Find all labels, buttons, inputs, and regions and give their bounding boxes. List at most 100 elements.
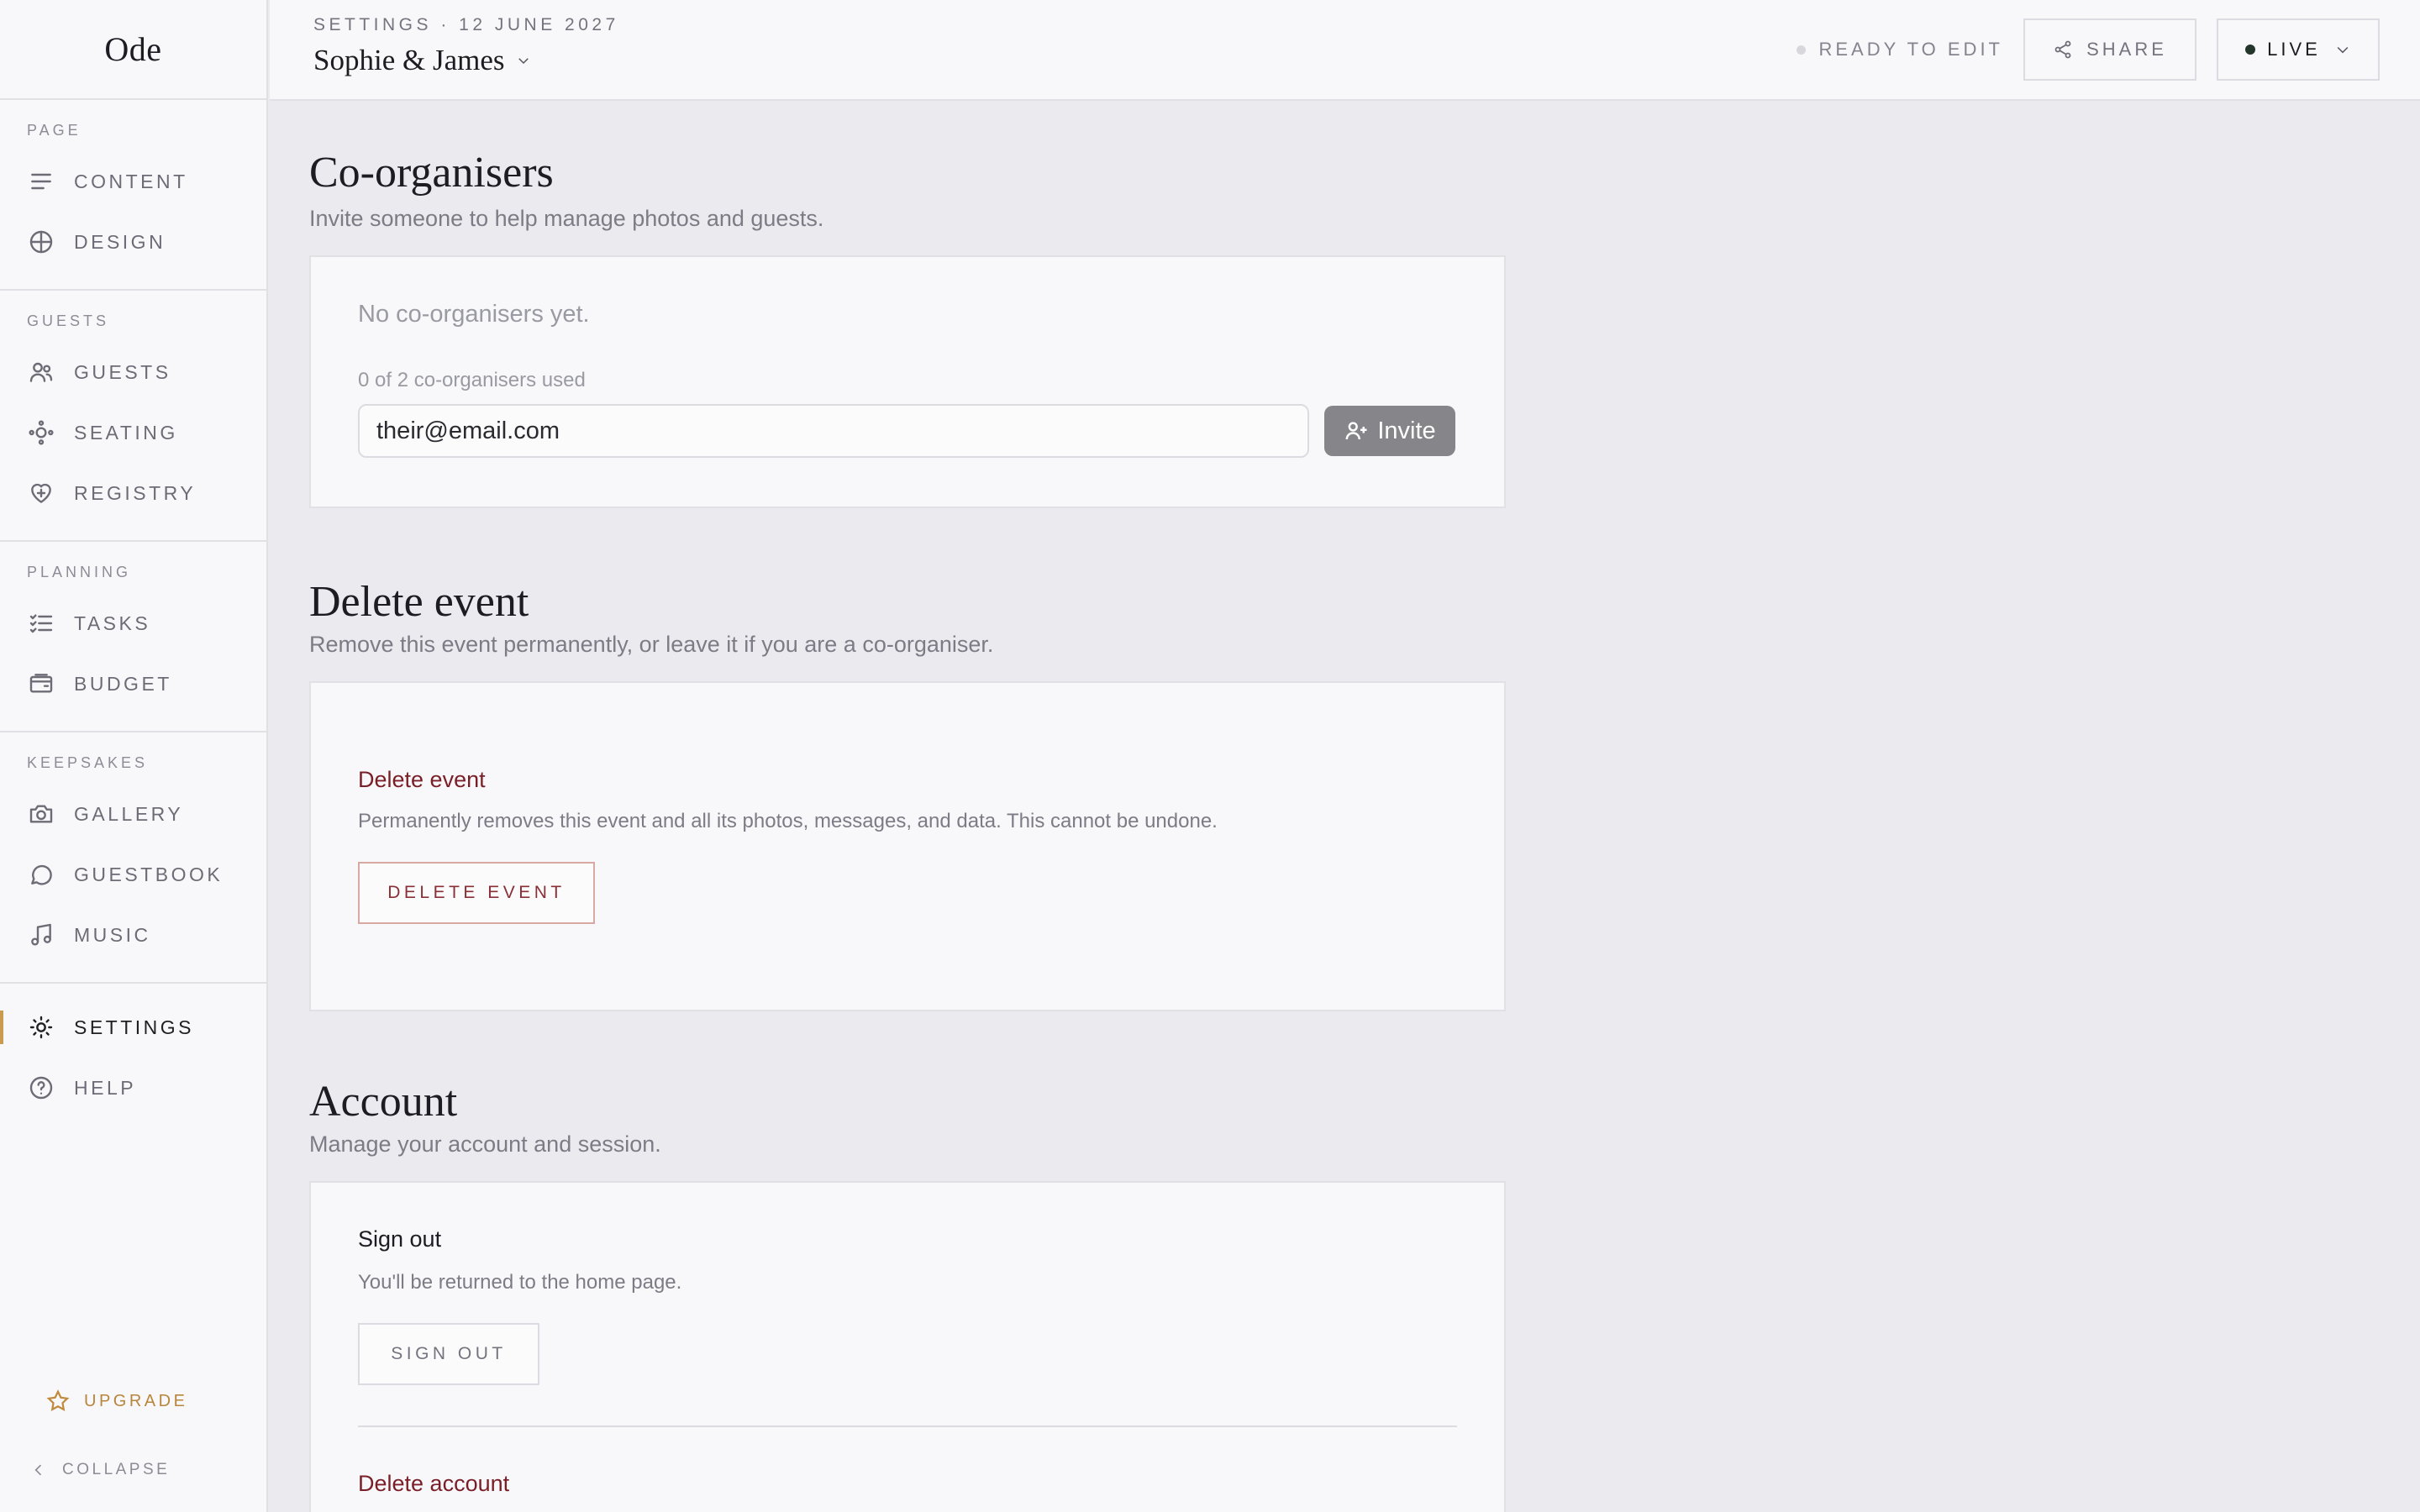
sign-out-button[interactable]: SIGN OUT (358, 1323, 539, 1385)
nav-group-page: PAGE CONTENT DESIGN (0, 100, 266, 291)
sidebar-item-guestbook[interactable]: GUESTBOOK (0, 844, 266, 905)
section-title: Delete event (309, 578, 529, 626)
delete-event-button[interactable]: DELETE EVENT (358, 862, 595, 924)
sidebar-item-registry[interactable]: REGISTRY (0, 463, 266, 523)
live-dot (2245, 45, 2256, 55)
checklist-icon (27, 609, 55, 638)
message-icon (27, 860, 55, 889)
collapse-label: COLLAPSE (62, 1461, 171, 1478)
invite-button[interactable]: Invite (1324, 406, 1455, 456)
top-bar: SETTINGS · 12 JUNE 2027 Sophie & James R… (270, 0, 2420, 101)
email-field[interactable] (358, 404, 1309, 458)
nav-group-label: PAGE (27, 122, 82, 139)
upgrade-label: UPGRADE (84, 1391, 188, 1410)
lines-icon (27, 167, 55, 196)
sidebar-item-label: BUDGET (74, 672, 172, 695)
delete-event-description: Permanently removes this event and all i… (358, 810, 1218, 832)
share-label: SHARE (2086, 39, 2167, 60)
sidebar-item-label: HELP (74, 1076, 137, 1099)
delete-account-heading: Delete account (358, 1471, 510, 1496)
event-name: Sophie & James (313, 44, 505, 76)
sidebar-item-label: CONTENT (74, 170, 188, 192)
account-card: Sign out You'll be returned to the home … (309, 1181, 1506, 1512)
sign-out-description: You'll be returned to the home page. (358, 1271, 682, 1294)
app-logo[interactable]: Ode (0, 0, 266, 100)
section-title: Co-organisers (309, 149, 554, 197)
sign-out-heading: Sign out (358, 1226, 442, 1252)
invite-row: Invite (358, 404, 1457, 507)
coorganisers-section: Co-organisers Invite someone to help man… (309, 101, 1506, 508)
breadcrumb: SETTINGS · 12 JUNE 2027 (313, 15, 619, 34)
sidebar-item-guests[interactable]: GUESTS (0, 342, 266, 402)
top-bar-actions: READY TO EDIT SHARE LIVE (1796, 18, 2380, 81)
sidebar-item-gallery[interactable]: GALLERY (0, 784, 266, 844)
sidebar-item-budget[interactable]: BUDGET (0, 654, 266, 714)
chevron-left-icon (34, 1464, 42, 1476)
invite-label: Invite (1377, 417, 1436, 444)
settings-content: Co-organisers Invite someone to help man… (309, 101, 1506, 1512)
share-button[interactable]: SHARE (2023, 18, 2196, 81)
sidebar-item-help[interactable]: HELP (0, 1058, 266, 1118)
delete-event-heading: Delete event (358, 767, 486, 792)
status-dot (1796, 45, 1806, 55)
sidebar-item-music[interactable]: MUSIC (0, 905, 266, 965)
nav-group-planning: PLANNING TASKS BUDGET (0, 542, 266, 732)
question-icon (27, 1074, 55, 1102)
divider (358, 1425, 1457, 1427)
section-subtitle: Invite someone to help manage photos and… (309, 206, 824, 231)
heart-plus-icon (27, 479, 55, 507)
seating-icon (27, 418, 55, 447)
sidebar-item-label: SETTINGS (74, 1016, 195, 1038)
sidebar: Ode PAGE CONTENT DESIGN GUESTS GUESTS SE… (0, 0, 268, 1512)
sidebar-item-tasks[interactable]: TASKS (0, 593, 266, 654)
delete-event-section: Delete event Remove this event permanent… (309, 508, 1506, 1011)
delete-event-card: Delete event Permanently removes this ev… (309, 681, 1506, 1011)
sidebar-item-content[interactable]: CONTENT (0, 151, 266, 212)
section-subtitle: Manage your account and session. (309, 1131, 661, 1157)
sidebar-item-label: MUSIC (74, 923, 151, 946)
globe-icon (27, 228, 55, 256)
coorganisers-card: No co-organisers yet. 0 of 2 co-organise… (309, 255, 1506, 508)
sidebar-item-label: GALLERY (74, 802, 184, 825)
sidebar-item-design[interactable]: DESIGN (0, 212, 266, 272)
share-icon (2054, 40, 2071, 59)
sign-out-label: SIGN OUT (391, 1344, 507, 1363)
users-icon (27, 358, 55, 386)
nav-group-label: GUESTS (27, 312, 110, 329)
sidebar-footer: UPGRADE COLLAPSE (0, 1378, 266, 1512)
nav-group-misc: SETTINGS HELP (0, 984, 266, 1135)
empty-state-text: No co-organisers yet. (358, 301, 590, 328)
sidebar-item-label: DESIGN (74, 230, 166, 253)
account-section: Account Manage your account and session.… (309, 1011, 1506, 1512)
section-subtitle: Remove this event permanently, or leave … (309, 632, 994, 657)
edit-status: READY TO EDIT (1796, 39, 2004, 60)
nav-group-keepsakes: KEEPSAKES GALLERY GUESTBOOK MUSIC (0, 732, 266, 984)
camera-icon (27, 800, 55, 828)
collapse-button[interactable]: COLLAPSE (0, 1446, 266, 1494)
section-title: Account (309, 1078, 458, 1126)
status-text: READY TO EDIT (1818, 39, 2003, 60)
live-status-dropdown[interactable]: LIVE (2217, 18, 2380, 81)
delete-event-label: DELETE EVENT (387, 883, 566, 902)
chevron-down-icon (2337, 46, 2349, 54)
sun-gear-icon (27, 1013, 55, 1042)
sidebar-item-settings[interactable]: SETTINGS (0, 997, 266, 1058)
sidebar-item-label: GUESTBOOK (74, 863, 224, 885)
live-label: LIVE (2267, 39, 2321, 60)
sidebar-item-seating[interactable]: SEATING (0, 402, 266, 463)
sidebar-item-label: TASKS (74, 612, 151, 634)
nav-group-guests: GUESTS GUESTS SEATING REGISTRY (0, 291, 266, 542)
star-icon (46, 1389, 70, 1411)
chevron-down-icon (518, 58, 529, 65)
sidebar-item-label: REGISTRY (74, 481, 197, 504)
nav-group-label: PLANNING (27, 564, 132, 580)
music-icon (27, 921, 55, 949)
usage-count: 0 of 2 co-organisers used (358, 369, 586, 391)
sidebar-item-label: GUESTS (74, 360, 171, 383)
wallet-icon (27, 669, 55, 698)
event-selector[interactable]: Sophie & James (313, 44, 531, 77)
upgrade-button[interactable]: UPGRADE (0, 1378, 266, 1425)
nav-group-label: KEEPSAKES (27, 754, 149, 771)
sidebar-item-label: SEATING (74, 421, 178, 444)
user-plus-icon (1345, 422, 1367, 440)
